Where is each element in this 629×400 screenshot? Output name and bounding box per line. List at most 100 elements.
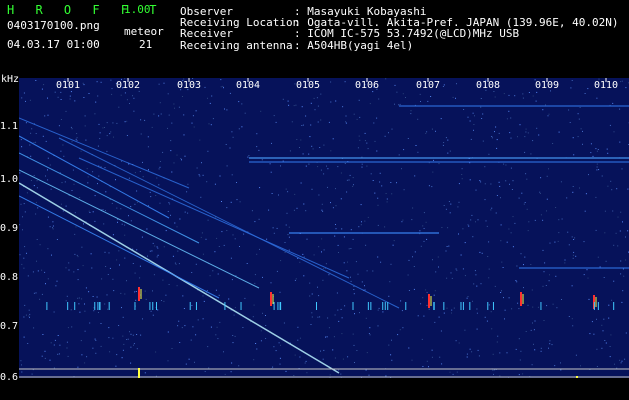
noise-pixel (434, 290, 436, 292)
noise-pixel (126, 120, 128, 122)
meteor-label: meteor (124, 25, 164, 38)
noise-pixel (159, 161, 161, 162)
noise-pixel (115, 179, 116, 181)
noise-pixel (608, 304, 610, 306)
noise-pixel (202, 318, 204, 320)
noise-pixel (238, 365, 240, 367)
noise-pixel (478, 355, 480, 357)
noise-pixel (488, 304, 490, 306)
noise-pixel (503, 297, 504, 299)
noise-pixel (473, 129, 474, 131)
noise-pixel (296, 207, 298, 209)
noise-pixel (484, 199, 486, 201)
noise-pixel (530, 264, 532, 265)
noise-pixel (346, 191, 348, 193)
noise-pixel (258, 149, 260, 151)
noise-pixel (337, 166, 339, 168)
noise-pixel (543, 320, 545, 321)
noise-pixel (592, 155, 594, 157)
noise-pixel (36, 187, 38, 189)
noise-pixel (47, 97, 48, 99)
noise-pixel (305, 210, 307, 212)
noise-pixel (231, 279, 233, 281)
noise-pixel (431, 356, 433, 358)
noise-pixel (443, 142, 445, 143)
noise-pixel (128, 215, 129, 217)
noise-pixel (452, 373, 454, 375)
noise-pixel (501, 261, 503, 263)
noise-pixel (97, 145, 99, 147)
noise-pixel (141, 236, 143, 238)
noise-pixel (361, 166, 363, 168)
noise-pixel (94, 220, 96, 222)
noise-pixel (327, 168, 329, 170)
noise-pixel (391, 359, 393, 361)
noise-pixel (333, 336, 335, 338)
noise-pixel (199, 175, 201, 177)
noise-pixel (573, 154, 575, 156)
noise-pixel (73, 183, 75, 185)
noise-pixel (620, 362, 622, 364)
noise-pixel (136, 249, 138, 251)
noise-pixel (119, 264, 120, 266)
noise-pixel (455, 268, 457, 270)
noise-pixel (94, 113, 96, 115)
noise-pixel (474, 115, 475, 117)
noise-pixel (162, 279, 164, 281)
noise-pixel (320, 350, 321, 352)
time-tick-label: 0104 (236, 80, 261, 91)
noise-pixel (60, 91, 62, 93)
noise-pixel (202, 174, 204, 176)
noise-pixel (530, 329, 532, 331)
noise-pixel (86, 168, 88, 170)
noise-pixel (94, 338, 96, 340)
noise-pixel (108, 252, 110, 254)
noise-pixel (621, 301, 623, 303)
noise-pixel (120, 94, 122, 96)
noise-pixel (127, 338, 129, 340)
noise-pixel (335, 205, 337, 207)
noise-pixel (238, 101, 240, 103)
noise-pixel (379, 181, 381, 183)
noise-pixel (496, 341, 498, 343)
noise-pixel (160, 113, 162, 115)
noise-pixel (95, 339, 97, 341)
noise-pixel (558, 219, 560, 221)
noise-pixel (445, 137, 447, 139)
noise-pixel (619, 141, 621, 143)
noise-pixel (359, 116, 361, 118)
noise-pixel (390, 182, 392, 183)
noise-pixel (284, 252, 286, 253)
noise-pixel (273, 346, 275, 348)
noise-pixel (579, 107, 581, 108)
noise-pixel (616, 188, 618, 190)
noise-pixel (398, 154, 400, 156)
noise-pixel (232, 335, 234, 336)
noise-pixel (215, 334, 217, 336)
noise-pixel (493, 91, 495, 92)
noise-pixel (321, 251, 322, 253)
noise-pixel (568, 244, 570, 246)
noise-pixel (472, 236, 474, 238)
noise-pixel (217, 273, 219, 275)
noise-pixel (340, 308, 342, 310)
noise-pixel (613, 131, 615, 133)
noise-pixel (133, 344, 134, 346)
noise-pixel (578, 118, 580, 120)
noise-pixel (572, 186, 574, 187)
frequency-tick-label: 0.9 (0, 223, 19, 234)
noise-pixel (509, 183, 510, 185)
noise-pixel (280, 260, 282, 262)
noise-pixel (364, 132, 366, 134)
noise-pixel (396, 182, 397, 184)
noise-pixel (433, 294, 435, 296)
noise-pixel (609, 346, 611, 347)
noise-pixel (134, 172, 136, 174)
noise-pixel (109, 133, 111, 135)
noise-pixel (47, 248, 49, 250)
noise-pixel (345, 121, 347, 123)
noise-pixel (398, 104, 399, 106)
noise-pixel (461, 174, 463, 175)
noise-pixel (52, 227, 53, 229)
noise-pixel (106, 150, 108, 152)
